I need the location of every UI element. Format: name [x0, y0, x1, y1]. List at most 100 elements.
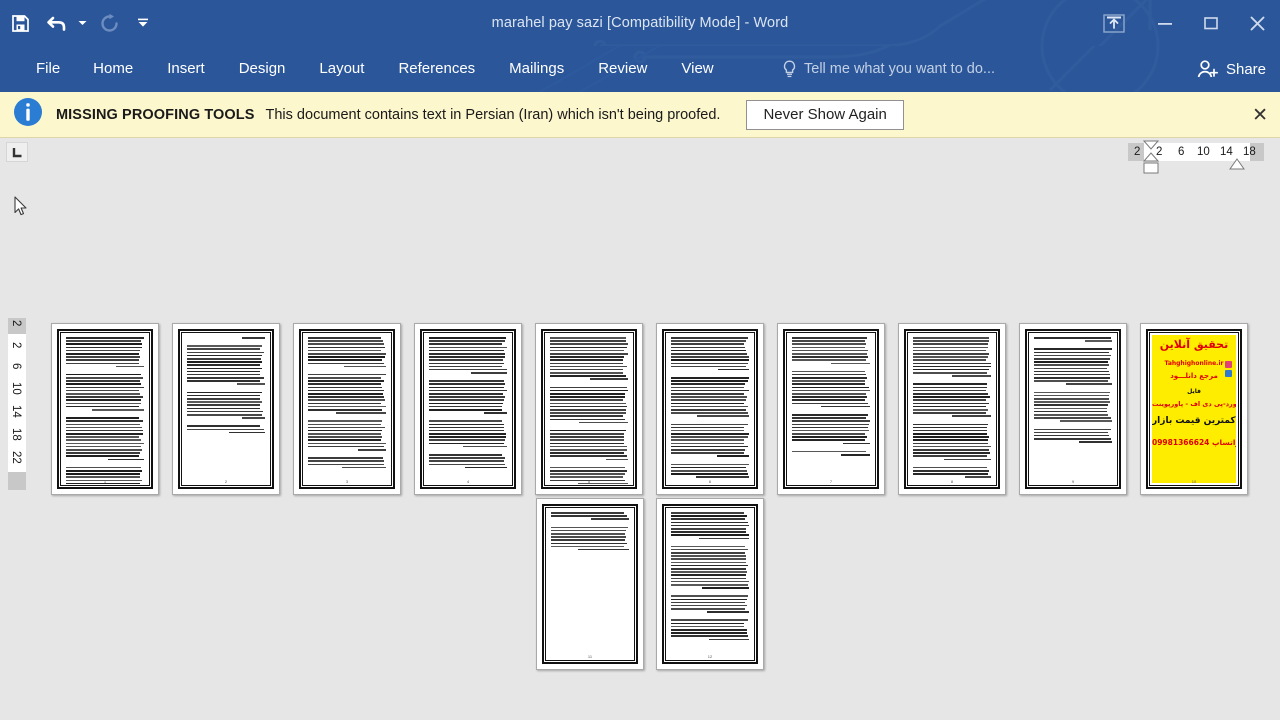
tab-mailings[interactable]: Mailings — [492, 46, 581, 92]
text-line — [671, 512, 745, 514]
save-icon — [11, 14, 29, 32]
right-indent-marker[interactable] — [1229, 158, 1245, 170]
page-thumbnail[interactable]: 2 — [172, 323, 280, 495]
tab-design[interactable]: Design — [222, 46, 303, 92]
text-line — [1034, 407, 1107, 410]
text-line — [115, 365, 144, 368]
text-line — [792, 386, 870, 389]
tab-file[interactable]: File — [20, 46, 76, 92]
text-line — [429, 365, 502, 368]
page-thumbnail[interactable]: 9 — [1019, 323, 1127, 495]
page-thumbnail[interactable]: 11 — [536, 498, 644, 670]
hanging-indent-marker[interactable] — [1143, 152, 1159, 162]
customize-qat-button[interactable] — [128, 3, 158, 43]
page-border-frame — [662, 329, 758, 489]
tab-references[interactable]: References — [381, 46, 492, 92]
text-line — [237, 383, 265, 386]
text-line — [308, 343, 384, 345]
share-label: Share — [1225, 60, 1266, 78]
text-line — [671, 396, 747, 398]
page-content-area — [665, 507, 755, 661]
left-indent-box-marker[interactable] — [1143, 162, 1159, 174]
ribbon-display-options-button[interactable] — [1086, 0, 1142, 46]
text-line — [551, 542, 627, 545]
undo-button[interactable] — [40, 3, 74, 43]
text-line — [429, 349, 504, 352]
text-line — [671, 337, 748, 339]
text-line — [913, 337, 990, 339]
text-line — [187, 357, 261, 360]
text-line — [671, 527, 746, 530]
tab-layout[interactable]: Layout — [302, 46, 381, 92]
text-line — [429, 380, 504, 382]
text-line — [1034, 351, 1109, 354]
text-line — [550, 356, 625, 358]
text-line — [550, 405, 628, 408]
text-line — [671, 558, 746, 561]
page-thumbnail[interactable]: 4 — [414, 323, 522, 495]
text-line — [913, 399, 987, 401]
text-line — [66, 449, 143, 451]
text-line — [792, 402, 869, 405]
text-line — [696, 476, 749, 478]
text-line — [1034, 417, 1111, 419]
text-line — [429, 420, 502, 422]
restore-button[interactable] — [1188, 0, 1234, 46]
hruler-tick-2: 6 — [1178, 146, 1185, 158]
close-icon — [1250, 16, 1264, 30]
text-line — [913, 346, 988, 349]
page-thumbnail[interactable]: 6 — [656, 323, 764, 495]
text-line — [308, 463, 384, 466]
text-line — [66, 343, 143, 345]
text-line — [671, 389, 749, 392]
tell-me-search[interactable]: Tell me what you want to do... — [782, 46, 995, 92]
text-line — [671, 352, 747, 355]
text-line — [550, 429, 627, 432]
page-thumbnail[interactable]: 3 — [293, 323, 401, 495]
text-line — [336, 412, 386, 414]
page-thumbnail[interactable]: 1 — [51, 323, 159, 495]
page-thumbnail[interactable]: 12 — [656, 498, 764, 670]
page-border-frame — [299, 329, 395, 489]
undo-dropdown-button[interactable] — [74, 3, 90, 43]
text-line — [429, 362, 505, 365]
text-line — [308, 373, 386, 376]
text-line — [66, 402, 142, 405]
save-button[interactable] — [0, 3, 40, 43]
infobar-title: MISSING PROOFING TOOLS — [56, 106, 255, 123]
text-line — [671, 625, 744, 628]
redo-button — [90, 3, 128, 43]
minimize-button[interactable] — [1142, 0, 1188, 46]
text-line — [717, 368, 749, 371]
never-show-again-button[interactable]: Never Show Again — [746, 99, 904, 130]
share-button[interactable]: Share — [1196, 46, 1266, 92]
text-line — [429, 454, 502, 456]
text-line — [187, 410, 263, 413]
first-line-indent-marker[interactable] — [1143, 140, 1159, 150]
close-button[interactable] — [1234, 0, 1280, 46]
word-window: marahel pay sazi [Compatibility Mode] - … — [0, 0, 1280, 720]
tab-insert[interactable]: Insert — [150, 46, 222, 92]
tab-stop-selector[interactable] — [6, 142, 28, 162]
text-line — [66, 426, 142, 429]
tab-view[interactable]: View — [664, 46, 730, 92]
document-canvas[interactable]: 1 2 3 4 5 6 7 8 9 تحقیق آنلاین Tahghighonline.ir مر… — [0, 300, 1280, 720]
page-thumbnail[interactable]: تحقیق آنلاین Tahghighonline.ir مرجع دانلــ… — [1140, 323, 1248, 495]
text-line — [429, 402, 504, 405]
text-line — [66, 340, 141, 342]
lightbulb-icon — [783, 60, 796, 78]
infobar-close-button[interactable]: ✕ — [1252, 92, 1268, 138]
text-line — [550, 346, 627, 349]
text-line — [792, 393, 867, 395]
text-line — [671, 343, 745, 345]
ribbon-tab-bar: File Home Insert Design Layout Reference… — [0, 46, 1280, 92]
page-content-area — [907, 332, 997, 486]
text-line — [308, 383, 382, 386]
tab-home[interactable]: Home — [76, 46, 150, 92]
text-line — [551, 515, 628, 517]
text-line — [577, 548, 629, 551]
page-thumbnail[interactable]: 5 — [535, 323, 643, 495]
page-thumbnail[interactable]: 8 — [898, 323, 1006, 495]
tab-review[interactable]: Review — [581, 46, 664, 92]
page-thumbnail[interactable]: 7 — [777, 323, 885, 495]
